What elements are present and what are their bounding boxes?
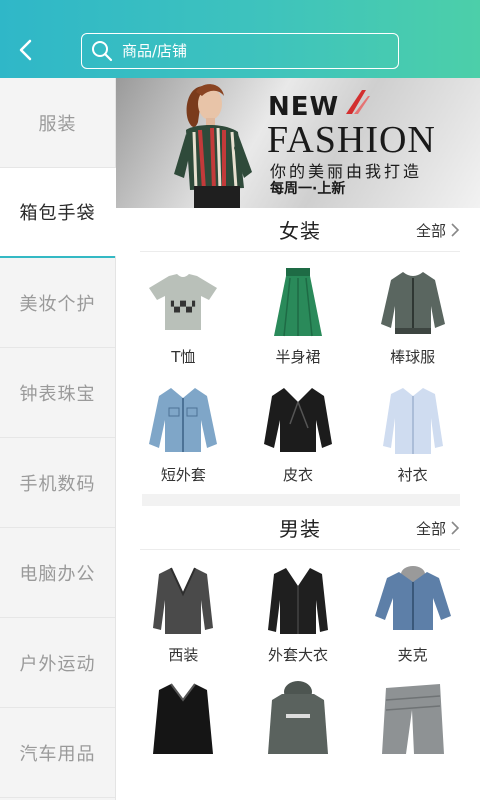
promo-banner[interactable]: NEW FASHION 你的美丽由我打造 每周一·上新 — [116, 78, 480, 208]
search-input[interactable] — [122, 34, 398, 68]
sidebar-item-label: 美妆个护 — [19, 293, 96, 315]
category-tile[interactable] — [126, 668, 241, 786]
category-tile[interactable]: 棒球服 — [355, 252, 470, 370]
denim-jacket-icon — [141, 382, 225, 458]
tile-label: 短外套 — [160, 466, 206, 484]
sidebar-item-label: 钟表珠宝 — [19, 383, 96, 405]
view-all-link[interactable]: 全部 — [416, 208, 460, 252]
baseball-jacket-icon — [371, 264, 455, 340]
section-title: 男装 — [279, 517, 321, 541]
sidebar-item-label: 服装 — [38, 113, 77, 135]
category-tile[interactable]: ▚▞▚▞ T恤 — [126, 252, 241, 370]
section-header: 男装 全部 — [140, 506, 460, 550]
product-grid: 西装 外套大衣 夹克 — [126, 550, 470, 786]
category-tile[interactable]: 西装 — [126, 550, 241, 668]
category-tile[interactable]: 衬衣 — [355, 370, 470, 488]
banner-weekly-new: 每周一·上新 — [270, 181, 346, 197]
tile-label: 皮衣 — [282, 466, 313, 484]
model-photo-icon — [174, 84, 252, 208]
app-screen: 服装 箱包手袋 美妆个护 钟表珠宝 手机数码 电脑办公 户外运动 汽车用品 NE… — [0, 0, 480, 800]
tile-label: 夹克 — [397, 646, 428, 664]
view-all-label: 全部 — [415, 519, 446, 538]
sidebar-item-outdoor-sports[interactable]: 户外运动 — [0, 618, 115, 708]
category-tile[interactable] — [355, 668, 470, 786]
tshirt-icon: ▚▞▚▞ — [141, 264, 225, 340]
sidebar-item-computers-office[interactable]: 电脑办公 — [0, 528, 115, 618]
category-tile[interactable]: 半身裙 — [241, 252, 356, 370]
sidebar-item-beauty[interactable]: 美妆个护 — [0, 258, 115, 348]
category-tile[interactable]: 短外套 — [126, 370, 241, 488]
svg-text:▚▞▚▞: ▚▞▚▞ — [170, 300, 196, 313]
product-grid: ▚▞▚▞ T恤 半身裙 棒球服 短外套 皮衣 衬衣 — [126, 252, 470, 488]
category-tile[interactable]: 外套大衣 — [241, 550, 356, 668]
category-tile[interactable]: 皮衣 — [241, 370, 356, 488]
chevron-right-icon — [451, 223, 460, 237]
sidebar-item-auto[interactable]: 汽车用品 — [0, 708, 115, 798]
category-tile[interactable] — [241, 668, 356, 786]
jacket-icon — [371, 562, 455, 638]
search-bar[interactable] — [81, 33, 399, 69]
sidebar-item-bags[interactable]: 箱包手袋 — [0, 168, 116, 258]
tile-label: 衬衣 — [397, 466, 428, 484]
top-bar — [0, 0, 480, 78]
section-header: 女装 全部 — [140, 208, 460, 252]
sidebar-item-clothing[interactable]: 服装 — [0, 78, 115, 168]
suit-icon — [141, 562, 225, 638]
tile-label: 外套大衣 — [267, 646, 328, 664]
tile-label: 半身裙 — [275, 348, 321, 366]
red-slash-icon — [346, 90, 370, 114]
view-all-link[interactable]: 全部 — [416, 506, 460, 550]
category-content: NEW FASHION 你的美丽由我打造 每周一·上新 女装 全部 ▚▞▚▞ T… — [116, 78, 480, 800]
category-tile[interactable]: 夹克 — [355, 550, 470, 668]
section-divider — [142, 494, 460, 506]
chevron-right-icon — [451, 521, 460, 535]
skirt-icon — [256, 264, 340, 340]
trousers-icon — [371, 680, 455, 756]
back-arrow-icon — [19, 39, 32, 61]
view-all-label: 全部 — [415, 221, 446, 240]
tile-label: 棒球服 — [390, 348, 436, 366]
section-womens: 女装 全部 ▚▞▚▞ T恤 半身裙 棒球服 短外套 皮衣 衬衣 — [116, 208, 480, 506]
section-mens: 男装 全部 西装 外套大衣 夹克 — [116, 506, 480, 786]
sidebar-item-phones-digital[interactable]: 手机数码 — [0, 438, 115, 528]
section-title: 女装 — [279, 219, 321, 243]
tile-label: T恤 — [171, 348, 196, 366]
category-sidebar: 服装 箱包手袋 美妆个护 钟表珠宝 手机数码 电脑办公 户外运动 汽车用品 — [0, 78, 116, 800]
back-button[interactable] — [12, 34, 40, 66]
sidebar-item-label: 电脑办公 — [19, 563, 96, 585]
leather-coat-icon — [141, 680, 225, 756]
sidebar-item-label: 户外运动 — [19, 653, 96, 675]
tile-label: 西装 — [168, 646, 199, 664]
banner-fashion-text: FASHION — [267, 119, 436, 161]
hoodie-icon — [256, 680, 340, 756]
coat-icon — [256, 562, 340, 638]
sidebar-item-label: 汽车用品 — [19, 743, 96, 765]
search-icon — [90, 39, 114, 63]
shirt-icon — [371, 382, 455, 458]
leather-jacket-icon — [256, 382, 340, 458]
sidebar-item-label: 手机数码 — [19, 473, 96, 495]
sidebar-item-label: 箱包手袋 — [19, 203, 96, 224]
sidebar-item-watches-jewelry[interactable]: 钟表珠宝 — [0, 348, 115, 438]
